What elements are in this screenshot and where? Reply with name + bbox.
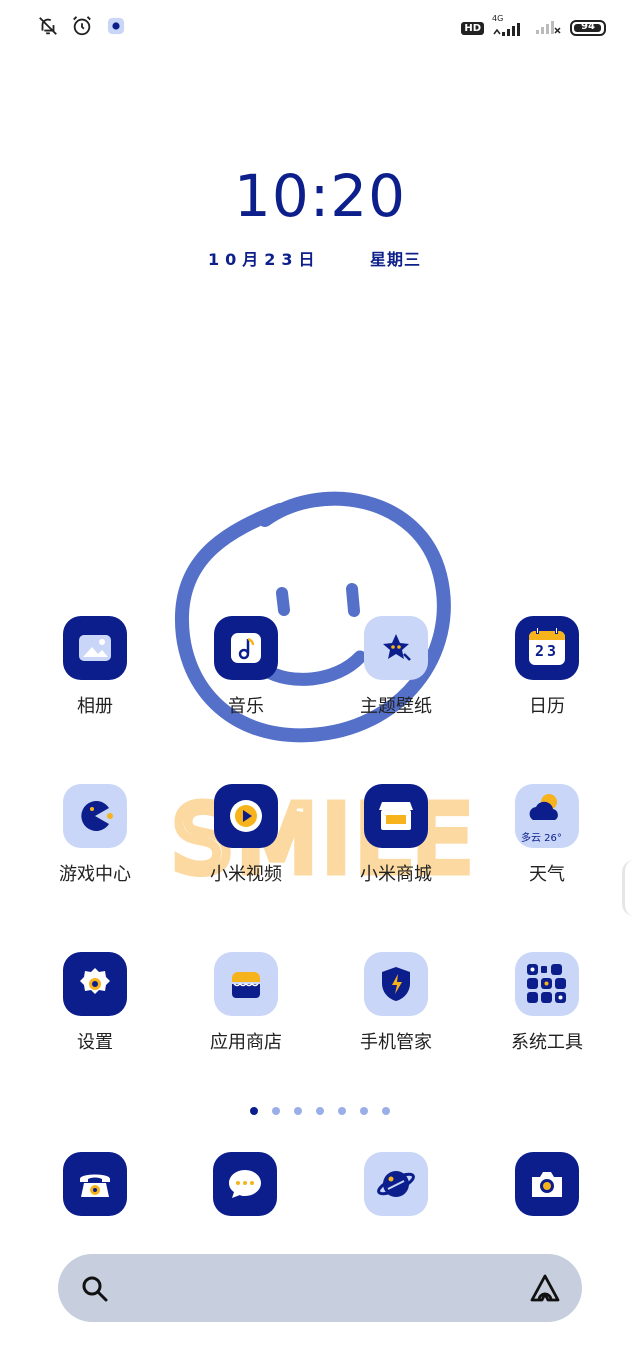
dock-messages[interactable] (213, 1152, 277, 1216)
app-weather[interactable]: 多云 26° 天气 (477, 784, 617, 886)
hd-badge: HD (461, 21, 484, 35)
app-app-store[interactable]: 应用商店 (176, 952, 316, 1054)
search-bar[interactable] (58, 1254, 582, 1322)
app-calendar[interactable]: 23 日历 (477, 616, 617, 718)
themes-icon (364, 616, 428, 680)
messages-icon (229, 1170, 261, 1198)
alarm-clock-icon (70, 14, 94, 38)
phone-icon (80, 1174, 110, 1197)
app-mi-store[interactable]: 小米商城 (326, 784, 466, 886)
page-dot[interactable] (360, 1107, 368, 1115)
app-system-tools[interactable]: 系统工具 (477, 952, 617, 1054)
app-music[interactable]: 音乐 (176, 616, 316, 718)
security-icon (364, 952, 428, 1016)
page-dot[interactable] (382, 1107, 390, 1115)
no-signal-icon (534, 16, 562, 40)
app-themes[interactable]: 主题壁纸 (326, 616, 466, 718)
app-label: 游戏中心 (59, 864, 131, 885)
app-gallery[interactable]: 相册 (25, 616, 165, 718)
calendar-day: 23 (534, 642, 560, 660)
page-dot[interactable] (316, 1107, 324, 1115)
clock-weekday: 星期三 (370, 250, 422, 269)
app-label: 相册 (77, 696, 113, 717)
mi-store-icon (364, 784, 428, 848)
page-dot[interactable] (338, 1107, 346, 1115)
page-dot[interactable] (294, 1107, 302, 1115)
game-center-icon (63, 784, 127, 848)
clock-date: 10月23日 (208, 250, 321, 269)
app-settings[interactable]: 设置 (25, 952, 165, 1054)
app-label: 主题壁纸 (360, 696, 432, 717)
page-dot[interactable] (272, 1107, 280, 1115)
weather-icon: 多云 26° (515, 784, 579, 848)
search-icon (82, 1276, 108, 1302)
app-label: 日历 (529, 696, 565, 717)
dock-browser[interactable] (364, 1152, 428, 1216)
browser-icon (377, 1171, 415, 1197)
battery-level: 94 (581, 21, 595, 32)
calendar-icon: 23 (515, 616, 579, 680)
gallery-icon (63, 616, 127, 680)
status-left (36, 14, 128, 38)
page-indicator[interactable] (250, 1107, 390, 1115)
app-label: 手机管家 (360, 1032, 432, 1053)
page-dot[interactable] (250, 1107, 258, 1115)
app-label: 系统工具 (511, 1032, 583, 1053)
dock-phone[interactable] (63, 1152, 127, 1216)
app-video[interactable]: 小米视频 (176, 784, 316, 886)
network-type: 4G (492, 14, 504, 23)
status-bar: HD 4G 94 (0, 0, 640, 56)
app-label: 设置 (77, 1032, 113, 1053)
app-game-center[interactable]: 游戏中心 (25, 784, 165, 886)
dock-camera[interactable] (515, 1152, 579, 1216)
settings-icon (63, 952, 127, 1016)
app-label: 天气 (529, 864, 565, 885)
assistant-icon[interactable] (528, 1272, 562, 1306)
clock-time[interactable]: 10:20 (0, 162, 640, 230)
music-icon (214, 616, 278, 680)
app-label: 小米视频 (210, 864, 282, 885)
camera-icon (532, 1172, 562, 1197)
app-store-icon (214, 952, 278, 1016)
app-label: 小米商城 (360, 864, 432, 885)
signal-4g-icon: 4G (492, 14, 526, 38)
battery-icon: 94 (570, 20, 606, 36)
app-notification-icon (104, 14, 128, 38)
status-right: HD 4G 94 (461, 14, 606, 40)
edge-swipe-handle[interactable] (622, 860, 634, 916)
system-tools-folder-icon (515, 952, 579, 1016)
app-label: 音乐 (228, 696, 264, 717)
app-security[interactable]: 手机管家 (326, 952, 466, 1054)
weather-text: 多云 26° (521, 833, 562, 844)
video-icon (214, 784, 278, 848)
app-label: 应用商店 (210, 1032, 282, 1053)
muted-bell-icon (36, 14, 60, 38)
